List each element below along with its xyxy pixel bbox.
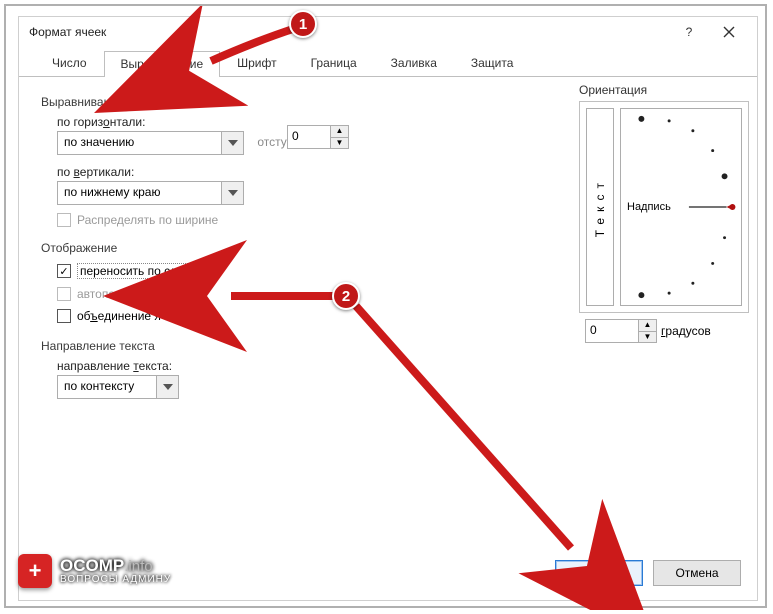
textdir-combo[interactable]: по контексту xyxy=(57,375,179,399)
textdir-row: направление текста: по контексту xyxy=(57,359,739,399)
annotation-badge-1: 1 xyxy=(289,10,317,38)
orientation-indicator-label: Надпись xyxy=(627,201,671,213)
tab-strip: Число Выравнивание Шрифт Граница Заливка… xyxy=(19,47,757,77)
watermark-text: OCOMP.info ВОПРОСЫ АДМИНУ xyxy=(60,557,171,585)
textdir-value: по контексту xyxy=(57,375,157,399)
shrink-label: автоподбор ширины xyxy=(77,287,190,301)
distribute-label: Распределять по ширине xyxy=(77,213,218,227)
watermark-icon: + xyxy=(18,554,52,588)
dialog-title: Формат ячеек xyxy=(29,25,669,39)
merge-checkbox[interactable] xyxy=(57,309,71,323)
watermark-line1b: .info xyxy=(124,558,152,575)
tab-border[interactable]: Граница xyxy=(294,50,374,76)
orientation-panel: Ориентация Текст xyxy=(579,83,749,343)
format-cells-dialog: Формат ячеек ? Число Выравнивание Шрифт … xyxy=(18,16,758,601)
orientation-vertical-text: Текст xyxy=(593,177,607,237)
degrees-label: градусов xyxy=(661,324,711,338)
orientation-label: Ориентация xyxy=(579,83,749,97)
tab-protection[interactable]: Защита xyxy=(454,50,531,76)
tab-fill[interactable]: Заливка xyxy=(374,50,454,76)
horizontal-value: по значению xyxy=(57,131,222,155)
chevron-down-icon xyxy=(222,131,244,155)
tab-font[interactable]: Шрифт xyxy=(220,50,293,76)
close-button[interactable] xyxy=(709,18,749,46)
orientation-box: Текст xyxy=(579,101,749,313)
tab-content: Выравнивание по горизонтали: по значению… xyxy=(19,77,757,556)
screenshot-frame: Формат ячеек ? Число Выравнивание Шрифт … xyxy=(4,4,767,608)
indent-spin[interactable]: 0 ▲ ▼ xyxy=(287,125,349,149)
spin-down-icon: ▼ xyxy=(639,332,657,344)
spin-down-icon: ▼ xyxy=(331,138,349,150)
watermark-line2: ВОПРОСЫ АДМИНУ xyxy=(60,574,171,585)
wrap-label: переносить по словам xyxy=(77,263,208,279)
vertical-value: по нижнему краю xyxy=(57,181,222,205)
watermark: + OCOMP.info ВОПРОСЫ АДМИНУ xyxy=(18,554,171,588)
ok-button[interactable]: OK xyxy=(555,560,643,586)
chevron-down-icon xyxy=(222,181,244,205)
tab-alignment[interactable]: Выравнивание xyxy=(104,51,221,77)
degrees-spin[interactable]: 0 ▲ ▼ xyxy=(585,319,657,343)
distribute-checkbox xyxy=(57,213,71,227)
degrees-row: 0 ▲ ▼ градусов xyxy=(579,319,749,343)
vertical-combo[interactable]: по нижнему краю xyxy=(57,181,244,205)
help-button[interactable]: ? xyxy=(669,18,709,46)
degrees-value: 0 xyxy=(585,319,639,343)
textdir-label: направление текста: xyxy=(57,359,739,373)
orientation-dial[interactable]: Надпись xyxy=(620,108,742,306)
spin-up-icon: ▲ xyxy=(639,319,657,332)
shrink-checkbox xyxy=(57,287,71,301)
close-icon xyxy=(723,26,735,38)
wrap-checkbox[interactable]: ✓ xyxy=(57,264,71,278)
tab-number[interactable]: Число xyxy=(35,50,104,76)
merge-label: объединение ячеек xyxy=(77,309,186,323)
button-bar: OK Отмена xyxy=(555,560,741,586)
annotation-badge-2: 2 xyxy=(332,282,360,310)
chevron-down-icon xyxy=(157,375,179,399)
spin-up-icon: ▲ xyxy=(331,125,349,138)
titlebar: Формат ячеек ? xyxy=(19,17,757,47)
indent-value: 0 xyxy=(287,125,331,149)
cancel-button[interactable]: Отмена xyxy=(653,560,741,586)
orientation-vertical-button[interactable]: Текст xyxy=(586,108,614,306)
horizontal-combo[interactable]: по значению xyxy=(57,131,244,155)
watermark-line1a: OCOMP xyxy=(60,556,124,575)
